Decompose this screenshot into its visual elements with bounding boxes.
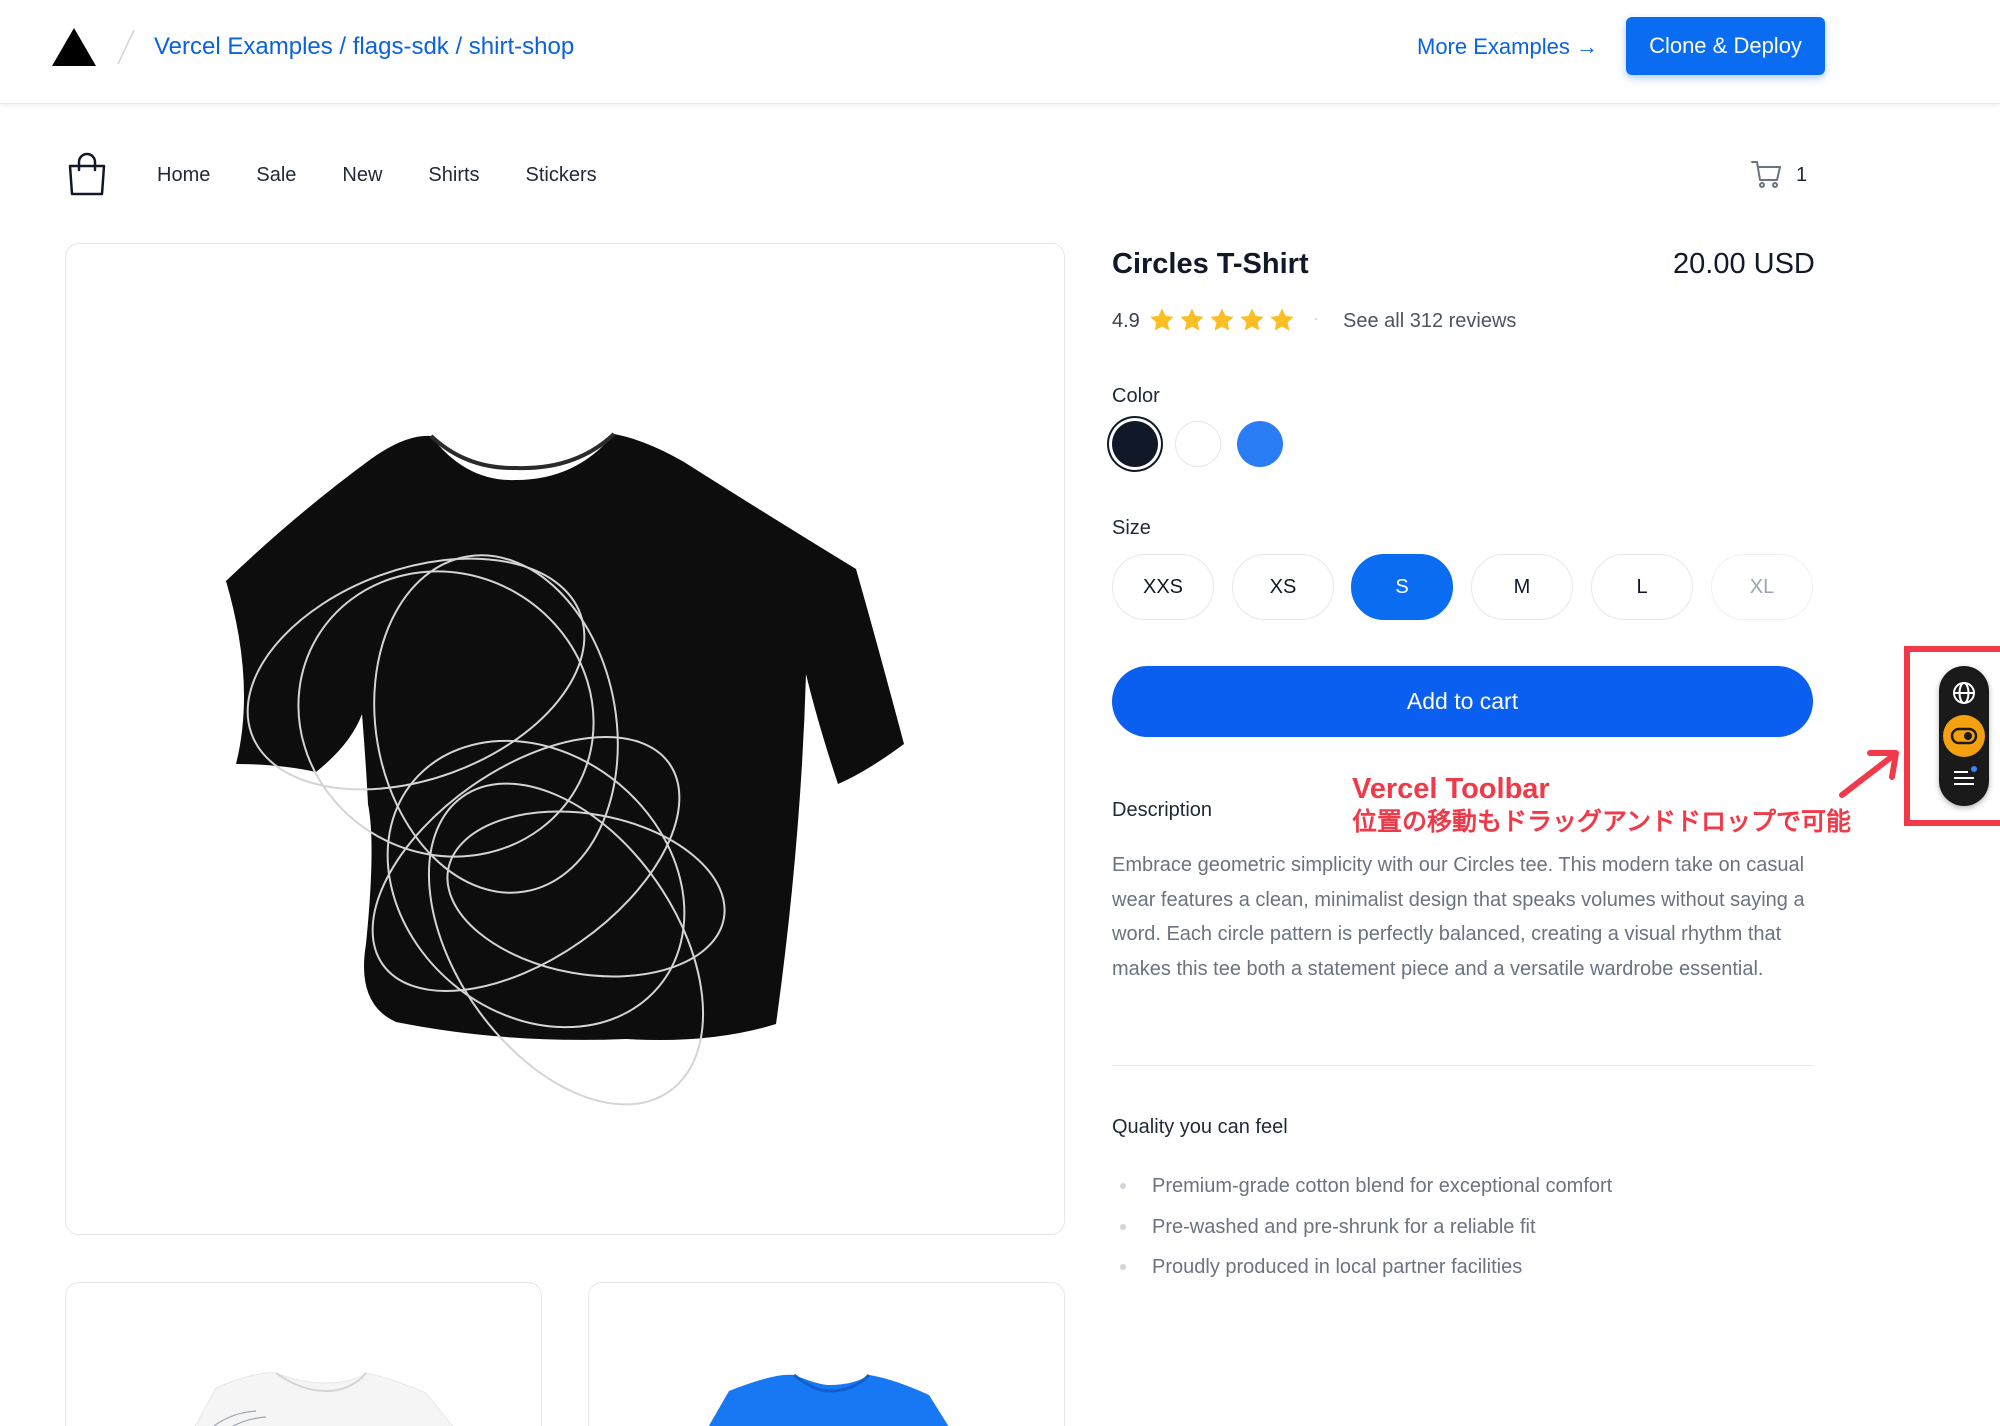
color-swatch-blue[interactable] [1237, 421, 1283, 467]
color-swatch-white[interactable] [1175, 421, 1221, 467]
size-option-s[interactable]: S [1351, 554, 1453, 620]
star-icon [1210, 308, 1234, 331]
description-text: Embrace geometric simplicity with our Ci… [1112, 854, 1805, 980]
list-item: Proudly produced in local partner facili… [1112, 1247, 1612, 1288]
menu-icon[interactable] [1948, 762, 1980, 794]
size-label: Size [1112, 517, 1151, 539]
quality-point: Proudly produced in local partner facili… [1152, 1256, 1523, 1278]
star-icon [1150, 308, 1174, 331]
product-price: 20.00 USD [1673, 248, 1815, 280]
product-title: Circles T-Shirt [1112, 248, 1309, 280]
arrow-icon [1839, 750, 1899, 798]
cart-icon[interactable] [1750, 158, 1782, 190]
vercel-logo-icon[interactable] [52, 28, 96, 66]
example-banner: Vercel Examples / flags-sdk / shirt-shop… [0, 0, 2000, 104]
clone-deploy-button[interactable]: Clone & Deploy [1626, 17, 1825, 75]
breadcrumb-divider [117, 29, 135, 65]
nav-item-new[interactable]: New [342, 162, 382, 188]
nav-item-sale[interactable]: Sale [256, 162, 296, 188]
example-breadcrumb-link[interactable]: Vercel Examples / flags-sdk / shirt-shop [154, 32, 574, 62]
size-option-xxs[interactable]: XXS [1112, 554, 1214, 620]
nav-item-shirts[interactable]: Shirts [428, 162, 479, 188]
quality-heading: Quality you can feel [1112, 1116, 1288, 1138]
star-icon [1240, 308, 1264, 331]
shop-nav: Home Sale New Shirts Stickers [157, 162, 643, 188]
list-item: Premium-grade cotton blend for exception… [1112, 1166, 1612, 1207]
bullet-icon [1120, 1183, 1126, 1189]
color-label: Color [1112, 385, 1160, 407]
star-icon [1180, 308, 1204, 331]
product-thumbnail-white[interactable] [65, 1282, 542, 1426]
globe-icon[interactable] [1948, 677, 1980, 709]
section-divider [1112, 1065, 1813, 1066]
list-item: Pre-washed and pre-shrunk for a reliable… [1112, 1207, 1612, 1248]
annotation-title: Vercel Toolbar [1352, 773, 1550, 805]
description-heading: Description [1112, 799, 1213, 821]
quality-list: Premium-grade cotton blend for exception… [1112, 1166, 1612, 1288]
white-tshirt-image [194, 1372, 454, 1426]
size-option-l[interactable]: L [1591, 554, 1693, 620]
blue-tshirt-image [708, 1373, 949, 1426]
shopping-bag-icon[interactable] [66, 152, 108, 196]
more-examples-link[interactable]: More Examples → [1417, 32, 1598, 62]
quality-point: Premium-grade cotton blend for exception… [1152, 1175, 1613, 1197]
product-thumbnail-blue[interactable] [588, 1282, 1065, 1426]
nav-item-stickers[interactable]: Stickers [526, 162, 597, 188]
size-option-xs[interactable]: XS [1232, 554, 1334, 620]
size-option-xl: XL [1711, 554, 1813, 620]
see-all-reviews-link[interactable]: See all 312 reviews [1343, 308, 1516, 334]
annotation-subtitle: 位置の移動もドラッグアンドドロップで可能 [1352, 808, 1852, 836]
add-to-cart-button[interactable]: Add to cart [1112, 666, 1813, 737]
rating-value: 4.9 [1112, 310, 1140, 332]
toolbar-toggle-button[interactable] [1943, 715, 1985, 757]
star-icon [1270, 308, 1294, 331]
bullet-icon [1120, 1264, 1126, 1270]
product-main-image[interactable] [65, 243, 1065, 1235]
nav-item-home[interactable]: Home [157, 162, 210, 188]
bullet-icon [1120, 1223, 1126, 1230]
toggle-icon [1950, 727, 1978, 745]
black-tshirt-image [226, 432, 904, 1106]
color-swatch-black[interactable] [1112, 421, 1158, 467]
rating-stars [1148, 306, 1296, 334]
rating-separator: · [1313, 308, 1319, 328]
cart-count[interactable]: 1 [1796, 162, 1807, 188]
size-option-m[interactable]: M [1471, 554, 1573, 620]
quality-point: Pre-washed and pre-shrunk for a reliable… [1152, 1215, 1536, 1238]
